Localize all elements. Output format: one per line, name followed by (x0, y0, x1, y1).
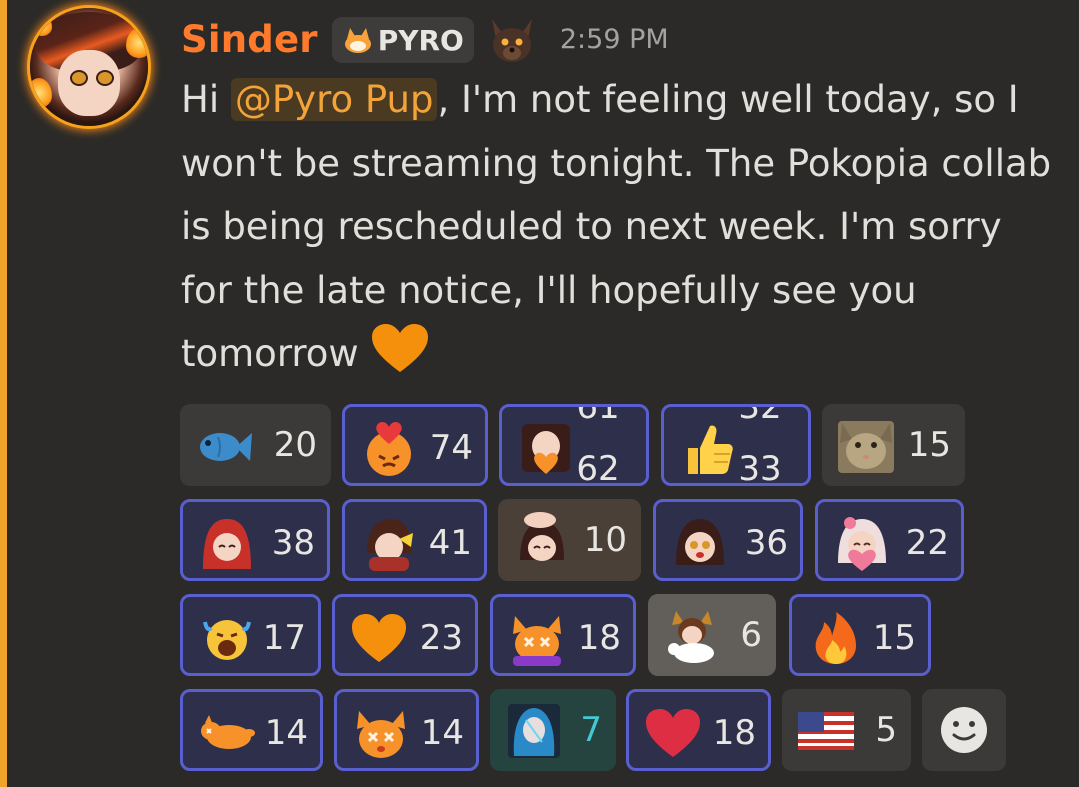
flame-decoration (30, 78, 52, 108)
crying-face-icon (203, 620, 251, 660)
head-pat-icon (520, 512, 564, 561)
reaction-count-previous: 61 (576, 407, 620, 427)
girl-holding-heart-icon (522, 424, 570, 474)
reaction-count-previous: 32 (738, 407, 782, 427)
reaction-count: 7 (580, 710, 602, 750)
reaction-hooded-girl[interactable]: 38 (180, 499, 330, 581)
flame-decoration (32, 14, 52, 36)
reaction-count: 17 (262, 618, 306, 658)
reaction-count: 5 (875, 710, 897, 750)
add-reaction-button[interactable] (922, 689, 1006, 771)
hooded-girl-icon (203, 519, 251, 569)
reaction-count-next: 33 (738, 449, 782, 483)
reaction-count: 15 (872, 618, 916, 658)
reaction-count: 14 (264, 713, 308, 753)
reaction-fish[interactable]: 20 (180, 404, 331, 486)
cat-face-icon (838, 421, 894, 473)
reaction-thumbs-up[interactable]: 32 33 (661, 404, 811, 486)
avatar-eye (70, 70, 88, 86)
fox-dizzy-face-icon (357, 711, 405, 758)
reaction-count: 22 (905, 523, 949, 563)
message-header: Sinder PYRO 2:59 PM (181, 14, 669, 66)
reaction-count-rolling: 32 33 (730, 407, 790, 483)
fire-icon (815, 612, 856, 664)
reaction-count: 18 (712, 713, 756, 753)
reaction-hugging-heart-face[interactable]: 74 (342, 404, 488, 486)
message-content: Hi @Pyro Pup, I'm not feeling well today… (181, 68, 1061, 386)
orange-heart-emoji-icon (372, 324, 429, 372)
accent-bar (0, 0, 7, 787)
wolf-badge-icon (491, 19, 532, 62)
reaction-fox-running[interactable]: 14 (180, 689, 323, 771)
role-tag[interactable]: PYRO (331, 17, 474, 63)
avatar-eye (96, 70, 114, 86)
reaction-girl-excited[interactable]: 36 (653, 499, 803, 581)
girl-pink-hair-heart-icon (838, 517, 886, 571)
reaction-fire[interactable]: 15 (789, 594, 931, 676)
reaction-anime-blue-hair[interactable]: 7 (490, 689, 616, 771)
flame-decoration (126, 28, 148, 58)
reaction-count-rolling: 61 62 (568, 407, 628, 483)
reaction-count: 41 (428, 523, 472, 563)
fish-icon (200, 433, 252, 461)
reaction-count: 20 (273, 425, 317, 465)
message-text: Hi (181, 78, 231, 121)
reaction-count: 23 (419, 618, 463, 658)
red-heart-icon (646, 709, 700, 757)
smiley-add-icon (941, 707, 987, 753)
reaction-count: 38 (271, 523, 315, 563)
fox-running-icon (201, 715, 255, 749)
thumbs-up-icon (688, 425, 733, 474)
reaction-girl-hugging[interactable]: 41 (342, 499, 487, 581)
reaction-orange-heart[interactable]: 23 (332, 594, 478, 676)
reaction-head-pat[interactable]: 10 (498, 499, 641, 581)
reaction-crying-face[interactable]: 17 (180, 594, 321, 676)
role-name: PYRO (377, 23, 464, 57)
girl-excited-icon (676, 519, 724, 565)
reaction-us-flag[interactable]: 5 (782, 689, 911, 771)
dizzy-fox-icon (513, 616, 561, 666)
reaction-count: 18 (577, 618, 621, 658)
message-text: , I'm not feeling well today, so I won't… (181, 78, 1052, 375)
orange-heart-icon (352, 614, 406, 662)
reaction-cat-face[interactable]: 15 (822, 404, 965, 486)
reaction-count-next: 62 (576, 449, 620, 483)
reaction-fox-dizzy-face[interactable]: 14 (334, 689, 479, 771)
reaction-count: 10 (583, 520, 627, 560)
reaction-count: 15 (907, 425, 951, 465)
girl-hugging-icon (367, 519, 413, 571)
reaction-girl-pink-hair-heart[interactable]: 22 (815, 499, 964, 581)
anime-blue-hair-icon (508, 704, 560, 758)
reaction-girl-holding-heart[interactable]: 61 62 (499, 404, 649, 486)
us-flag-icon (798, 712, 854, 750)
reaction-count: 14 (420, 713, 464, 753)
reaction-count: 6 (740, 615, 762, 655)
reaction-dizzy-fox[interactable]: 18 (490, 594, 636, 676)
cat-role-icon (344, 28, 371, 53)
timestamp: 2:59 PM (559, 24, 669, 55)
user-avatar[interactable] (30, 8, 148, 126)
reaction-red-heart[interactable]: 18 (626, 689, 771, 771)
reaction-count: 74 (429, 428, 473, 468)
reaction-count: 36 (744, 523, 788, 563)
chibi-dog-girl-icon (668, 611, 714, 663)
hugging-heart-face-icon (367, 421, 411, 476)
reaction-chibi-dog-girl[interactable]: 6 (648, 594, 776, 676)
user-mention[interactable]: @Pyro Pup (230, 78, 438, 121)
username[interactable]: Sinder (181, 14, 318, 66)
